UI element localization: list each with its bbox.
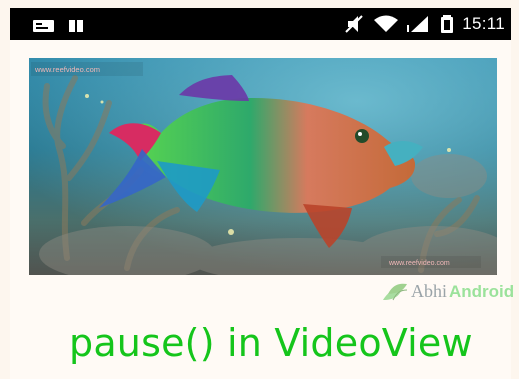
video-view[interactable]: www.reefvideo.com www.reefvideo.com: [29, 58, 497, 275]
status-left-icons: [32, 18, 84, 34]
signal-icon: [407, 16, 429, 32]
status-time: 15:11: [462, 14, 505, 33]
video-frame-image: www.reefvideo.com www.reefvideo.com: [29, 58, 497, 275]
wifi-icon: [374, 15, 399, 32]
sim-card-icon: [33, 20, 54, 32]
app-frame: 15:11 www.reefvideo.com www.reefvideo.co…: [0, 0, 519, 379]
logo-text-android: Android: [449, 281, 515, 301]
logo-text-abhi: Abhi: [411, 281, 447, 301]
grid-icon: [69, 20, 83, 32]
video-watermark-top: www.reefvideo.com: [34, 65, 100, 74]
mute-icon: [345, 15, 363, 33]
page-title: pause() in VideoView: [69, 321, 473, 365]
status-right-icons: 15:11: [344, 8, 505, 40]
app-screen: www.reefvideo.com www.reefvideo.com Abhi…: [10, 40, 514, 379]
video-watermark-bottom: www.reefvideo.com: [388, 260, 450, 267]
status-bar: 15:11: [10, 8, 511, 40]
brand-logo: Abhi Android: [381, 281, 514, 302]
leaf-logo-icon: [383, 283, 408, 300]
battery-icon: [441, 15, 454, 33]
